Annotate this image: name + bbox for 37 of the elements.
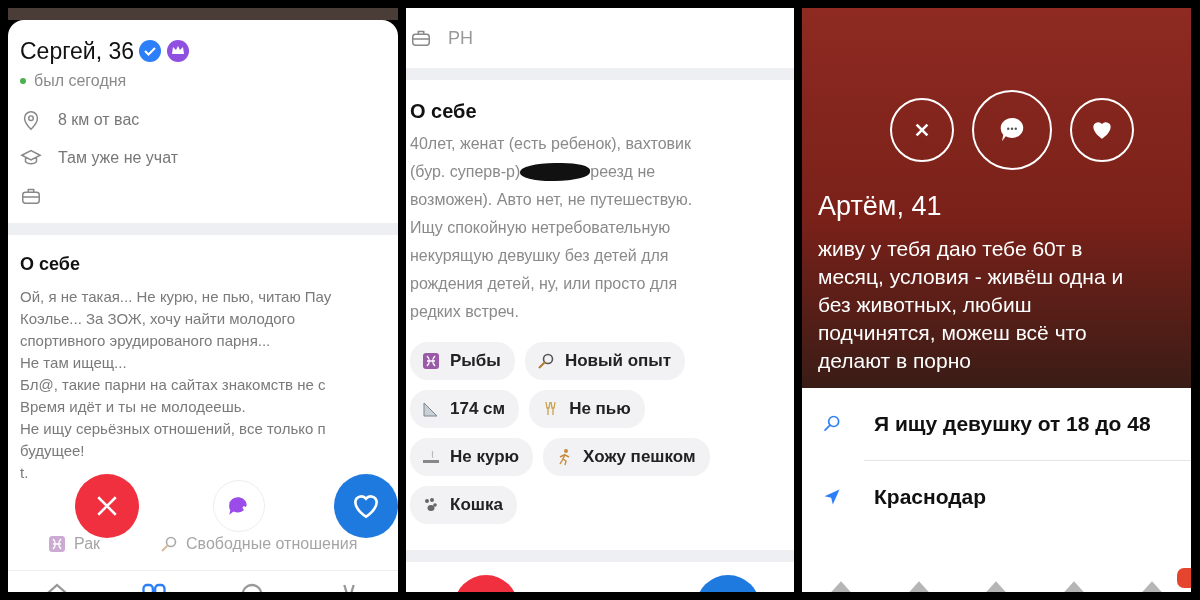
last-seen-text: был сегодня <box>34 70 127 91</box>
section-heading: О себе <box>410 99 478 124</box>
interest-tag: Новый опыт <box>524 342 686 380</box>
preference-text: Я ищу девушку от 18 до 48 <box>874 411 1151 438</box>
about-text: Ой, я не такая... Не курю, не пью, читаю Пау Коэлье... За ЗОЖ, хочу найти молодого спортивного эрудированого парня... Не там ищещ... Бл@, такие парни на сайтах знакомств не с Время идёт и ты не молодеешь. Не ищу серьёзных отношений, все только п будущее! <box>20 286 333 461</box>
detail-text: Там уже не учат <box>58 147 178 168</box>
redaction-scribble <box>520 163 591 181</box>
paw-icon <box>422 496 440 514</box>
magnifier-icon <box>536 352 555 370</box>
about-text: 40лет, женат (есть ребенок), вахтовик <box>410 134 692 154</box>
cigarette-icon <box>422 448 440 466</box>
interest-tag: Не курю <box>410 438 534 476</box>
interest-tag: Рыбы <box>410 342 515 380</box>
zodiac-icon <box>48 535 66 553</box>
about-text: реезд не <box>590 162 656 182</box>
city-text: Краснодар <box>874 484 987 511</box>
tag-label: Свободные отношения <box>186 534 358 554</box>
work-text: РН <box>448 26 473 50</box>
section-heading: О себе <box>20 252 81 276</box>
interest-tag: 174 см <box>410 390 520 428</box>
about-text: возможен). Авто нет, не путешествую. Ищу спокойную нетребовательную некурящую девушку без детей для рождения детей, ну, или просто для редких встреч. <box>410 190 694 322</box>
profile-name: Артём, 41 <box>818 190 943 223</box>
ruler-icon <box>422 400 440 418</box>
about-text: (бур. суперв-р) <box>410 162 521 182</box>
tag-label: Рак <box>74 534 101 554</box>
interest-tag: Хожу пешком <box>543 438 710 476</box>
profile-bio: живу у тебя даю тебе 60т в месяц, условия - живёш одна и без животных, любиш подчинятся, можеш всё что делают в порно <box>818 235 1124 374</box>
like-button[interactable] <box>1070 98 1134 162</box>
magnifier-icon <box>160 535 179 553</box>
search-icon <box>822 414 842 434</box>
dislike-button[interactable] <box>890 98 954 162</box>
detail-text: 8 км от вас <box>58 109 140 130</box>
interest-tag: Кошка <box>410 486 517 524</box>
zodiac-icon <box>422 352 440 370</box>
profile-name: Сергей, 36 <box>20 37 135 66</box>
contact-text: t. <box>20 462 30 483</box>
interest-tag: Не пью <box>529 390 645 428</box>
